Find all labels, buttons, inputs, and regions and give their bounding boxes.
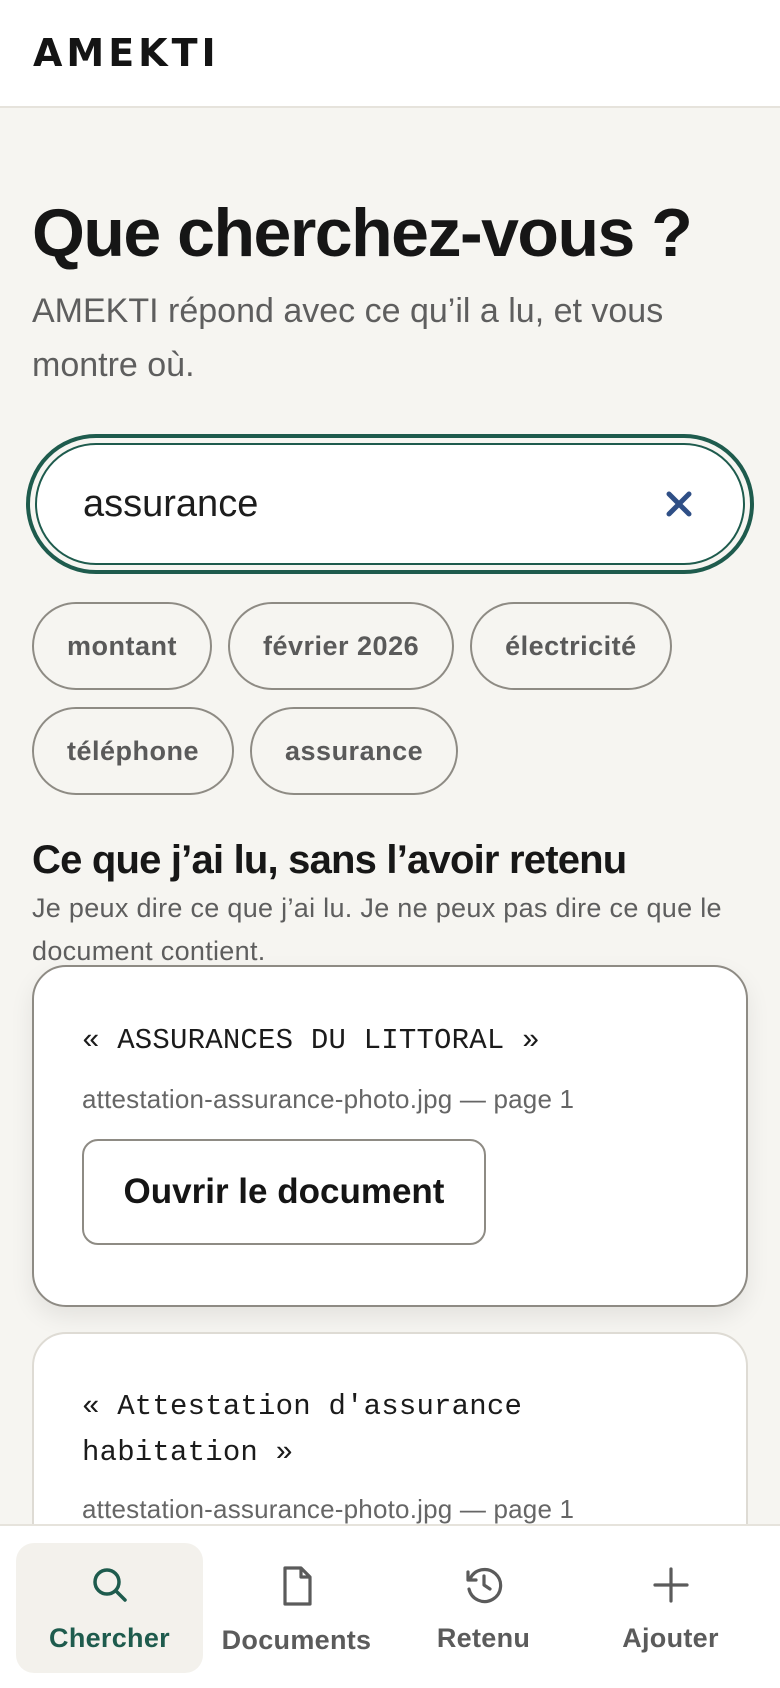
tab-documents[interactable]: Documents <box>203 1543 390 1673</box>
suggestion-chips: montant février 2026 électricité télépho… <box>32 602 752 795</box>
app-header: AMEKTI <box>0 0 780 108</box>
result-card: « ASSURANCES DU LITTORAL » attestation-a… <box>32 965 748 1307</box>
tab-label: Ajouter <box>622 1623 719 1653</box>
close-icon <box>666 491 692 517</box>
result-quote: « Attestation d'assurance habitation » <box>82 1390 523 1469</box>
suggestion-chip[interactable]: montant <box>32 602 212 690</box>
results-section-description: Je peux dire ce que j’ai lu. Je ne peux … <box>32 893 722 966</box>
tab-label: Documents <box>221 1625 372 1655</box>
result-quote: « ASSURANCES DU LITTORAL » <box>82 1024 540 1057</box>
history-icon <box>465 1567 502 1604</box>
suggestion-chip[interactable]: téléphone <box>32 707 235 795</box>
search-icon <box>92 1568 127 1602</box>
brand-logo: AMEKTI <box>33 31 220 75</box>
clear-search-button[interactable] <box>655 480 703 528</box>
result-source: attestation-assurance-photo.jpg — page 1 <box>82 1494 575 1524</box>
suggestion-chip[interactable]: électricité <box>470 602 672 690</box>
tab-ajouter[interactable]: Ajouter <box>577 1543 764 1673</box>
document-icon <box>282 1566 312 1606</box>
result-source: attestation-assurance-photo.jpg — page 1 <box>82 1084 575 1114</box>
bottom-tab-bar: Chercher Documents Retenu Ajouter <box>0 1524 780 1688</box>
tab-label: Retenu <box>436 1623 531 1653</box>
page-title: Que cherchez-vous ? <box>32 195 693 271</box>
search-box <box>26 434 754 574</box>
tab-retenu[interactable]: Retenu <box>390 1543 577 1673</box>
result-card: « Attestation d'assurance habitation » a… <box>32 1332 748 1524</box>
tab-chercher[interactable]: Chercher <box>16 1543 203 1673</box>
suggestion-chip[interactable]: février 2026 <box>227 602 455 690</box>
suggestion-chip[interactable]: assurance <box>250 707 459 795</box>
search-page: Que cherchez-vous ? AMEKTI répond avec c… <box>0 108 780 1524</box>
search-input[interactable] <box>83 482 655 526</box>
plus-icon <box>652 1567 689 1603</box>
tab-label: Chercher <box>49 1623 170 1653</box>
search-field-container <box>35 443 745 565</box>
page-subtitle: AMEKTI répond avec ce qu’il a lu, et vou… <box>32 292 664 384</box>
results-section-title: Ce que j’ai lu, sans l’avoir retenu <box>32 838 627 882</box>
open-document-button[interactable]: Ouvrir le document <box>82 1139 486 1245</box>
